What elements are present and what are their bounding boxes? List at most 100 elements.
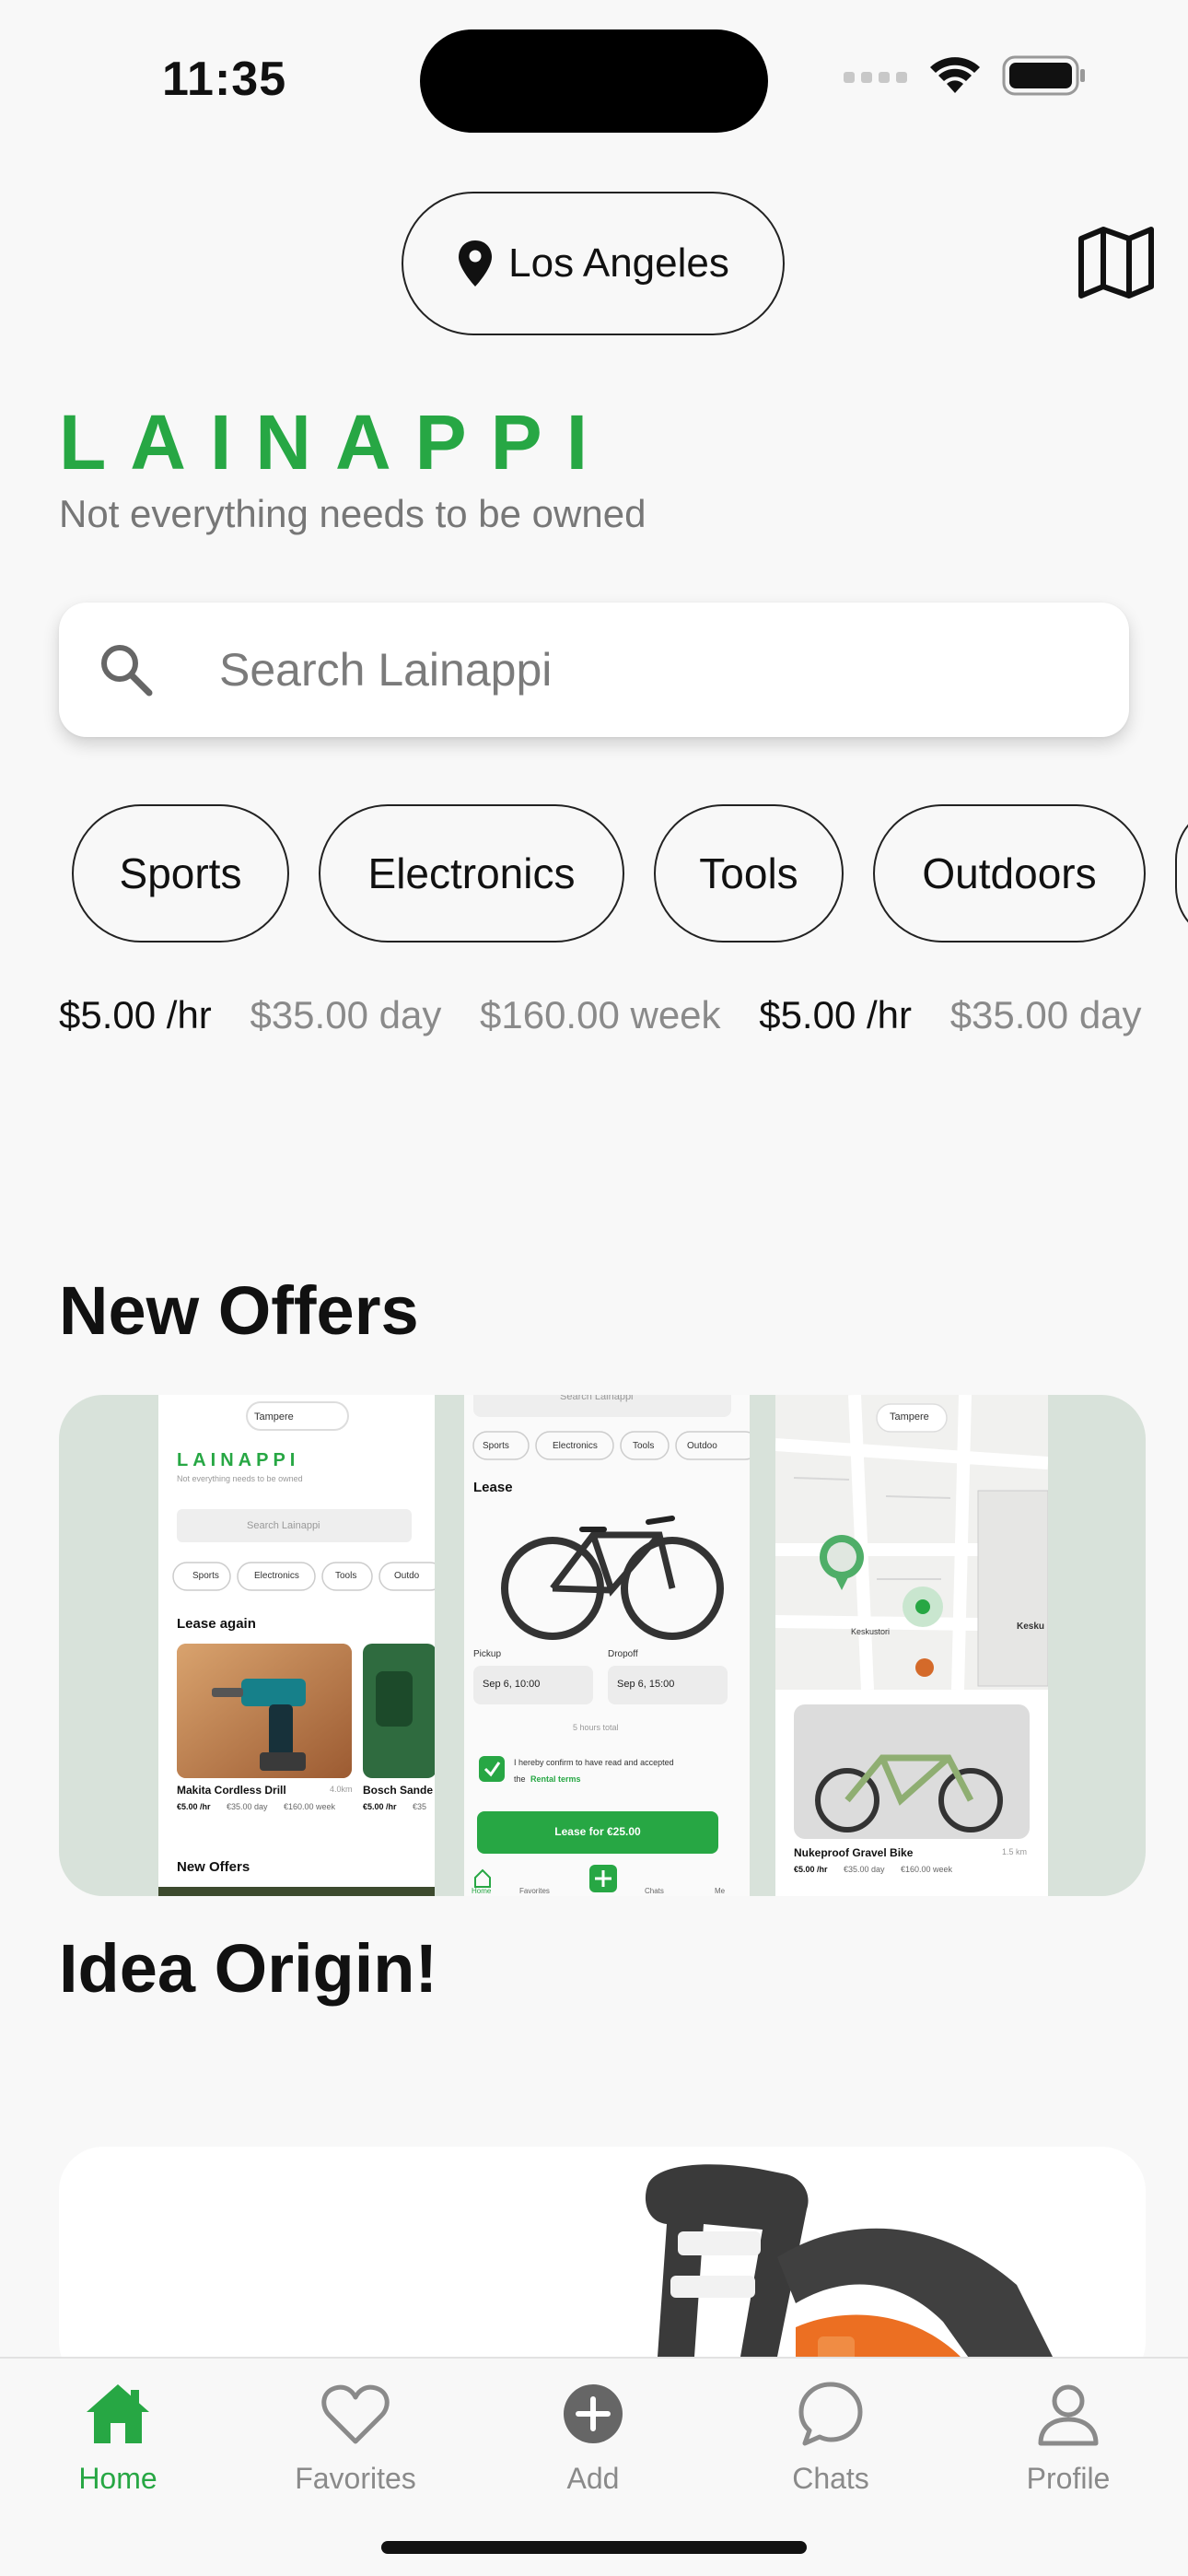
preview-item-name: Makita Cordless Drill: [177, 1784, 286, 1797]
preview-terms-the: the: [514, 1774, 526, 1784]
home-icon: [87, 2384, 149, 2443]
plus-circle-icon: [564, 2384, 623, 2443]
price-day: $35.00 day: [949, 993, 1142, 1036]
location-selector-button[interactable]: Los Angeles: [402, 192, 785, 335]
status-bar: 11:35: [0, 0, 1188, 147]
preview-location: Tampere: [890, 1411, 929, 1423]
category-chip-next[interactable]: [1175, 804, 1188, 943]
brand-title: LAINAPPI: [59, 399, 612, 486]
tab-label: Favorites: [295, 2462, 416, 2495]
preview-heading: Lease again: [177, 1616, 256, 1632]
preview-item-week: €160.00 week: [284, 1802, 336, 1811]
preview-search: Search Lainappi: [560, 1395, 634, 1402]
category-chip-sports[interactable]: Sports: [72, 804, 289, 943]
app-preview-map-art: [775, 1395, 1048, 1896]
preview-tab: Me: [715, 1887, 726, 1895]
tab-label: Home: [78, 2462, 157, 2495]
app-preview-lease-art: [464, 1395, 750, 1896]
tab-home[interactable]: Home: [17, 2377, 219, 2515]
tab-label: Chats: [792, 2462, 869, 2495]
preview-lease-button: Lease for €25.00: [554, 1825, 641, 1838]
price-hour: $5.00 /hr: [59, 993, 212, 1036]
battery-icon: [1002, 55, 1085, 96]
preview-tab: Favorites: [519, 1887, 550, 1895]
tab-add[interactable]: Add: [492, 2377, 694, 2515]
tab-chats[interactable]: Chats: [729, 2377, 932, 2515]
category-chips: Sports Electronics Tools Outdoors: [72, 804, 1188, 944]
preview-pickup-label: Pickup: [473, 1649, 502, 1659]
preview-item-name: Nukeproof Gravel Bike: [794, 1846, 914, 1859]
preview-chip: Tools: [633, 1441, 655, 1451]
preview-tab: Chats: [645, 1887, 664, 1895]
preview-item-week: €160.00 week: [901, 1865, 953, 1874]
tab-label: Profile: [1026, 2462, 1111, 2495]
preview-chip: Outdoo: [687, 1441, 717, 1451]
status-icons: [844, 55, 1087, 96]
preview-chip: Electronics: [254, 1571, 299, 1581]
preview-terms-link: Rental terms: [530, 1774, 581, 1784]
preview-heading: New Offers: [177, 1859, 250, 1875]
price-hour: $5.00 /hr: [759, 993, 913, 1036]
preview-total: 5 hours total: [573, 1723, 619, 1732]
category-chip-tools[interactable]: Tools: [654, 804, 844, 943]
search-icon: [101, 645, 153, 697]
preview-chip: Electronics: [553, 1441, 598, 1451]
preview-location: Tampere: [254, 1411, 294, 1423]
preview-item-distance: 1.5 km: [1002, 1847, 1028, 1856]
search-bar[interactable]: Search Lainappi: [59, 603, 1129, 737]
preview-terms: I hereby confirm to have read and accept…: [514, 1758, 674, 1767]
wifi-icon: [930, 57, 980, 93]
preview-brand: LAINAPPI: [177, 1450, 300, 1470]
preview-item-price: €5.00 /hr: [794, 1865, 828, 1874]
preview-chip: Sports: [192, 1571, 219, 1581]
cellular-signal-icon: [844, 72, 907, 83]
idea-origin-card[interactable]: [59, 2147, 1146, 2386]
category-chip-electronics[interactable]: Electronics: [319, 804, 624, 943]
tab-label: Add: [566, 2462, 620, 2495]
section-title-new-offers: New Offers: [59, 1272, 419, 1349]
preview-map-stop: Kesku: [1017, 1622, 1045, 1632]
location-label: Los Angeles: [508, 240, 729, 286]
brand-tagline: Not everything needs to be owned: [59, 492, 646, 535]
map-view-button[interactable]: [1077, 224, 1155, 301]
new-offers-banner[interactable]: Tampere LAINAPPI Not everything needs to…: [59, 1395, 1146, 1896]
preview-tab: Home: [472, 1887, 492, 1895]
person-icon: [1038, 2384, 1099, 2446]
app-preview-lease: Search Lainappi Sports Electronics Tools…: [464, 1395, 750, 1896]
price-day: $35.00 day: [250, 993, 442, 1036]
tab-profile[interactable]: Profile: [967, 2377, 1170, 2515]
search-input-placeholder[interactable]: Search Lainappi: [219, 643, 552, 697]
preview-chip: Sports: [483, 1441, 509, 1451]
preview-item-price: €5.00 /hr: [177, 1802, 211, 1811]
preview-item-name: Bosch Sande: [363, 1784, 434, 1797]
chainsaw-handle-image: [645, 2164, 1054, 2386]
status-time: 11:35: [162, 53, 287, 106]
chat-bubble-icon: [798, 2382, 863, 2446]
preview-item-day: €35.00 day: [227, 1802, 268, 1811]
tab-favorites[interactable]: Favorites: [254, 2377, 457, 2515]
preview-dropoff-value: Sep 6, 15:00: [617, 1679, 675, 1690]
preview-item-price: €5.00 /hr: [363, 1802, 397, 1811]
preview-item-day: €35.00 day: [844, 1865, 885, 1874]
section-title-idea-origin: Idea Origin!: [59, 1930, 438, 2007]
price-week: $160.00 week: [480, 993, 721, 1036]
heart-icon: [321, 2384, 390, 2444]
price-row: $5.00 /hr $35.00 day $160.00 week $5.00 …: [59, 993, 1188, 1045]
preview-pickup-value: Sep 6, 10:00: [483, 1679, 541, 1690]
preview-item-day: €35: [413, 1802, 427, 1811]
preview-search: Search Lainappi: [247, 1520, 320, 1531]
category-chip-outdoors[interactable]: Outdoors: [873, 804, 1146, 943]
preview-chip: Tools: [335, 1571, 357, 1581]
location-pin-icon: [459, 240, 493, 287]
dynamic-island: [420, 29, 768, 133]
map-icon: [1078, 227, 1154, 299]
app-preview-map: Tampere Keskustori Kesku Nukeproof Grave…: [775, 1395, 1048, 1896]
preview-map-stop: Keskustori: [851, 1627, 891, 1636]
preview-chip: Outdo: [394, 1571, 420, 1581]
home-indicator[interactable]: [381, 2541, 807, 2554]
preview-heading: Lease: [473, 1480, 513, 1495]
preview-dropoff-label: Dropoff: [608, 1649, 638, 1659]
preview-tagline: Not everything needs to be owned: [177, 1474, 303, 1483]
app-preview-home: Tampere LAINAPPI Not everything needs to…: [158, 1395, 435, 1896]
preview-item-distance: 4.0km: [330, 1785, 353, 1794]
